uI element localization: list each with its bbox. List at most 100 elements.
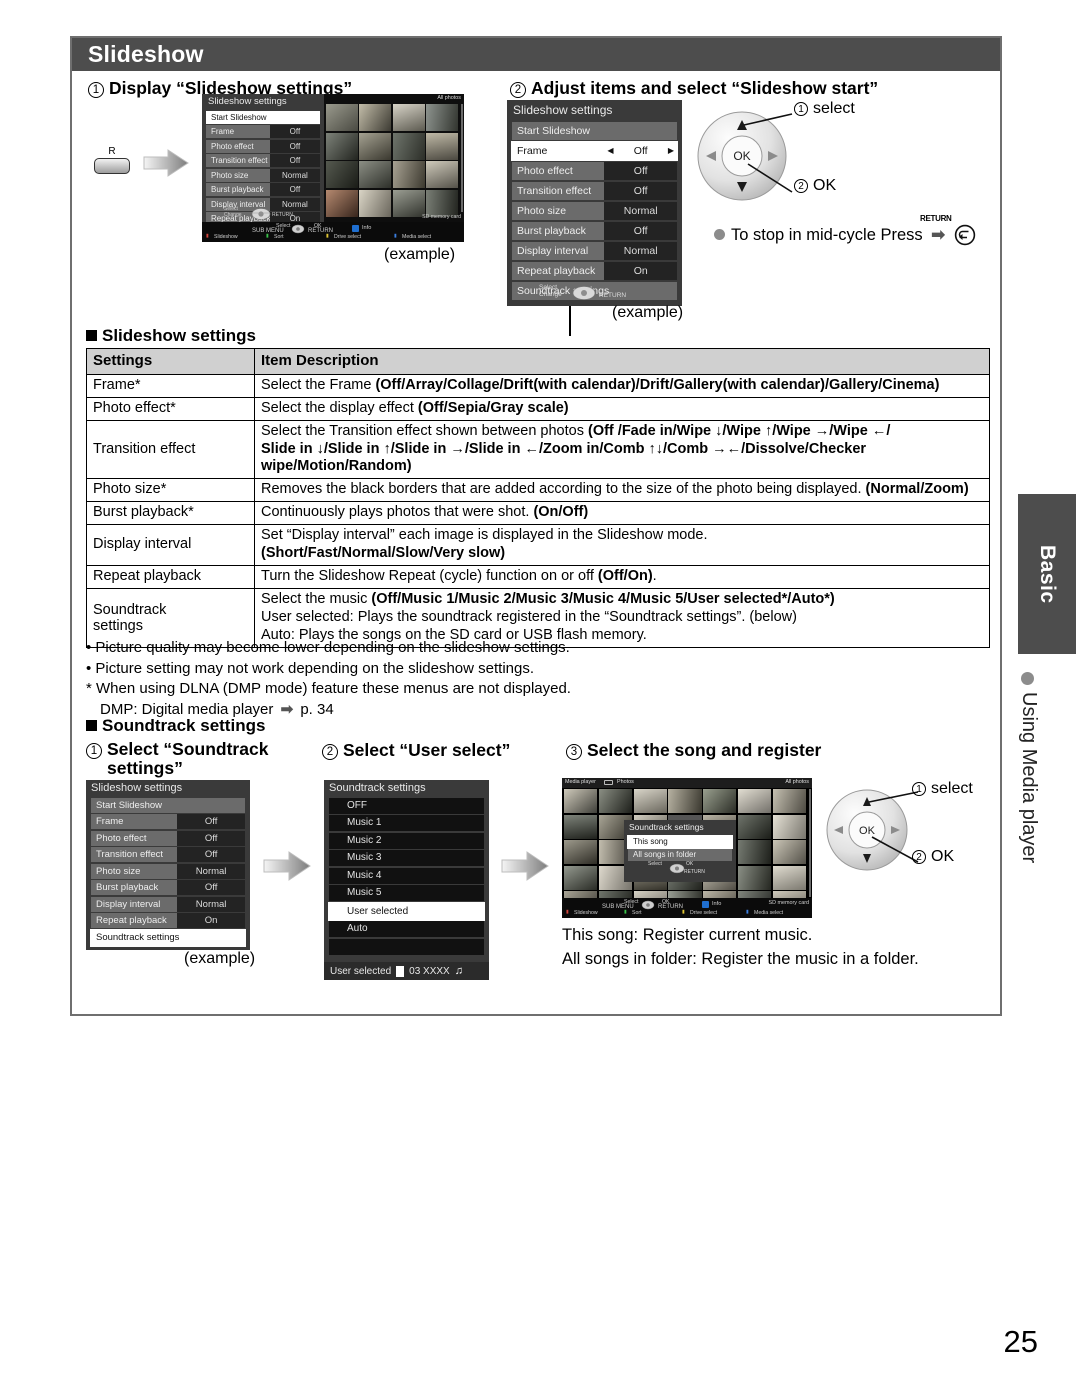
thumbnail[interactable] — [564, 814, 598, 839]
side-tab-basic[interactable]: Basic — [1018, 494, 1076, 654]
thumbnail[interactable] — [564, 789, 598, 813]
step2-menu-start[interactable]: Start Slideshow — [512, 122, 677, 140]
step1-menu-row[interactable]: Photo size Normal — [206, 168, 320, 182]
return-button-icon[interactable] — [954, 224, 976, 246]
thumbnail[interactable] — [392, 189, 425, 217]
thumbnail[interactable] — [359, 132, 392, 160]
menu-row[interactable]: Photo effect Off — [91, 830, 245, 846]
menu-row[interactable]: Transition effect Off — [91, 847, 245, 862]
thumbnail[interactable] — [668, 789, 702, 813]
bar-slideshow[interactable]: Slideshow — [574, 910, 598, 916]
step1-menu-row[interactable]: Photo effect Off — [206, 139, 320, 153]
soundtrack-item[interactable]: Music 1 — [329, 815, 484, 831]
menu-start[interactable]: Start Slideshow — [91, 797, 245, 813]
sound-step1-heading: 1 Select “Soundtrack settings” — [86, 740, 291, 778]
setting-name: Burst playback* — [86, 501, 255, 526]
step1-tv-screenshot: Slideshow settings Start Slideshow Frame… — [202, 94, 464, 242]
setting-description: Set “Display interval” each image is dis… — [254, 524, 990, 567]
thumbnail[interactable] — [392, 132, 425, 160]
remote-key-label: R — [108, 146, 116, 157]
step2-menu-row[interactable]: Photo size Normal — [512, 202, 677, 220]
setting-description: Turn the Slideshow Repeat (cycle) functi… — [254, 565, 990, 590]
sound-step3-caption1: This song: Register current music. — [562, 926, 813, 944]
step2-menu-row[interactable]: Display interval Normal — [512, 242, 677, 260]
step2-number: 2 — [510, 82, 526, 98]
thumbnail[interactable] — [326, 104, 358, 131]
thumbnail[interactable] — [564, 840, 598, 864]
right-arrow-icon[interactable]: ▶ — [668, 142, 674, 160]
thumbnail[interactable] — [426, 189, 458, 217]
thumbnail[interactable] — [772, 789, 806, 813]
thumbnail[interactable] — [426, 104, 458, 131]
step1-menu-row[interactable]: Frame Off — [206, 125, 320, 138]
setting-name: Photo effect* — [86, 396, 255, 421]
step2-menu-row[interactable]: Photo effect Off — [512, 162, 677, 180]
bar-media-select[interactable]: Media select — [402, 234, 431, 240]
menu-row[interactable]: Repeat playback On — [91, 913, 245, 928]
step2-menu-row[interactable]: Transition effect Off — [512, 182, 677, 200]
setting-description: Select the display effect (Off/Sepia/Gra… — [254, 396, 990, 421]
hint-select: Select — [539, 284, 558, 291]
flow-arrow-icon — [501, 851, 549, 881]
thumbnail[interactable] — [326, 132, 358, 160]
bar-drive-select[interactable]: Drive select — [690, 910, 717, 916]
menu-row[interactable]: Burst playback Off — [91, 880, 245, 895]
step2-title: Adjust items and select “Slideshow start… — [531, 78, 879, 98]
setting-name: Repeat playback — [86, 565, 255, 590]
note-line: • Picture setting may not work depending… — [86, 659, 535, 677]
thumbnail[interactable] — [772, 814, 806, 839]
thumbnail[interactable] — [426, 161, 458, 188]
table-row: Transition effect Select the Transition … — [86, 419, 990, 480]
setting-name: Frame* — [86, 373, 255, 398]
bar-sort[interactable]: Sort — [274, 234, 284, 240]
step1-menu-row[interactable]: Transition effect Off — [206, 154, 320, 167]
thumbnail[interactable] — [359, 189, 392, 217]
thumbnail[interactable] — [392, 104, 425, 131]
thumbnail[interactable] — [359, 161, 392, 188]
soundtrack-item[interactable]: OFF — [329, 797, 484, 814]
bar-slideshow[interactable]: Slideshow — [214, 234, 238, 240]
thumbnail[interactable] — [359, 104, 392, 131]
thumbnail[interactable] — [326, 189, 358, 217]
soundtrack-item[interactable]: Music 3 — [329, 850, 484, 866]
step2-menu-row-frame[interactable]: Frame ◀ Off ▶ — [511, 141, 678, 161]
thumbnail[interactable] — [392, 161, 425, 188]
thumbnail[interactable] — [703, 789, 737, 813]
thumbnail[interactable] — [737, 865, 772, 890]
menu-row[interactable]: Frame Off — [91, 814, 245, 829]
step2-menu-row[interactable]: Repeat playback On — [512, 262, 677, 280]
thumbnail[interactable] — [772, 865, 806, 890]
step1-menu-start[interactable]: Start Slideshow — [206, 110, 320, 124]
sound-step3-tv-bottom-bar: Select OK SUB MENU RETURN Info SD memory… — [562, 898, 812, 918]
thumbnail[interactable] — [598, 789, 633, 813]
thumbnail[interactable] — [772, 840, 806, 864]
thumbnail[interactable] — [633, 789, 667, 813]
bar-sort[interactable]: Sort — [632, 910, 642, 916]
thumbnail[interactable] — [426, 132, 458, 160]
scrollbar[interactable] — [460, 104, 463, 212]
bar-media-select[interactable]: Media select — [754, 910, 783, 916]
sound-step3-select-callout: 1 select — [912, 780, 973, 798]
overlay-item-this-song[interactable]: This song — [627, 834, 733, 849]
thumbnail[interactable] — [737, 789, 772, 813]
menu-row[interactable]: Photo size Normal — [91, 863, 245, 879]
step1-menu-panel: Slideshow settings Start Slideshow Frame… — [202, 94, 324, 240]
soundtrack-item-selected[interactable]: User selected — [328, 901, 485, 921]
soundtrack-item[interactable]: Music 5 — [329, 885, 484, 901]
thumbnail[interactable] — [737, 840, 772, 864]
thumbnail[interactable] — [737, 814, 772, 839]
menu-row[interactable]: Display interval Normal — [91, 896, 245, 912]
thumbnail[interactable] — [326, 161, 358, 188]
soundtrack-item[interactable]: Music 4 — [329, 867, 484, 884]
soundtrack-item[interactable]: Auto — [329, 921, 484, 937]
left-arrow-icon[interactable]: ◀ — [607, 142, 613, 160]
scrollbar[interactable] — [808, 789, 811, 897]
thumbnail[interactable] — [564, 865, 598, 890]
bar-drive-select[interactable]: Drive select — [334, 234, 361, 240]
overlay-item-all-songs[interactable]: All songs in folder — [628, 849, 732, 861]
step1-menu-row[interactable]: Burst playback Off — [206, 183, 320, 196]
soundtrack-item[interactable]: Music 2 — [329, 832, 484, 849]
step2-menu-row[interactable]: Burst playback Off — [512, 222, 677, 240]
thumbnail-grid — [326, 104, 458, 217]
menu-soundtrack-selected[interactable]: Soundtrack settings — [90, 928, 246, 947]
